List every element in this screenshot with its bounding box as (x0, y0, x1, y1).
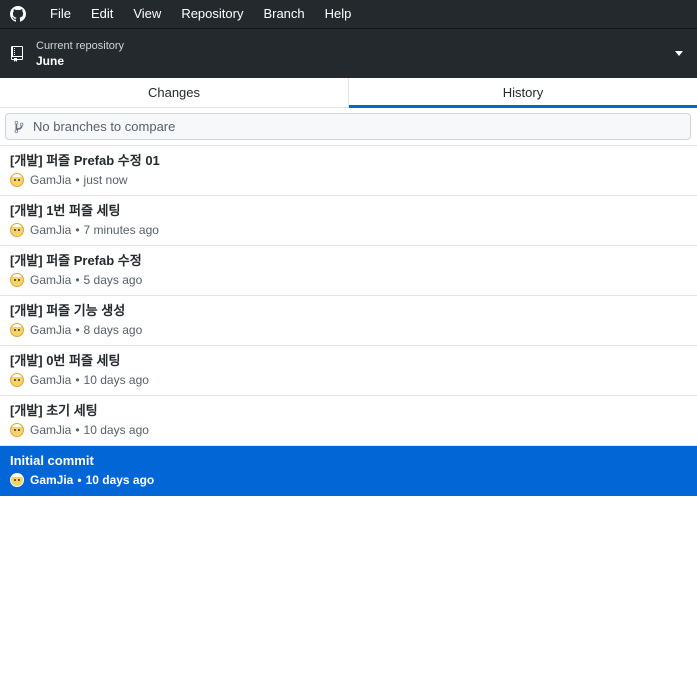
commit-author: GamJia (30, 273, 72, 287)
commit-row[interactable]: [개발] 1번 퍼즐 세팅 GamJia • 7 minutes ago (0, 196, 697, 246)
menu-help[interactable]: Help (315, 0, 362, 28)
commit-title: [개발] 퍼즐 Prefab 수정 (10, 253, 142, 268)
avatar-icon (10, 173, 24, 187)
meta-separator: • (75, 373, 80, 387)
avatar-icon (10, 223, 24, 237)
avatar-icon (10, 373, 24, 387)
repository-name: June (36, 53, 65, 68)
compare-bar: No branches to compare (0, 108, 697, 146)
commit-list: [개발] 퍼즐 Prefab 수정 01 GamJia • just now [개발] … (0, 146, 697, 496)
commit-meta: GamJia • 8 days ago (10, 323, 687, 337)
commit-author: GamJia (30, 173, 72, 187)
current-repository-button[interactable]: Current repository June (0, 28, 697, 78)
avatar-icon (10, 423, 24, 437)
commit-meta: GamJia • just now (10, 173, 687, 187)
commit-time: 10 days ago (85, 473, 155, 487)
git-branch-icon (14, 120, 26, 134)
commit-row[interactable]: [개발] 0번 퍼즐 세팅 GamJia • 10 days ago (0, 346, 697, 396)
menu-repository[interactable]: Repository (171, 0, 253, 28)
commit-title: [개발] 초기 세팅 (10, 403, 98, 418)
commit-time: 7 minutes ago (83, 223, 159, 237)
commit-author: GamJia (30, 323, 72, 337)
meta-separator: • (75, 423, 80, 437)
menu-edit[interactable]: Edit (81, 0, 123, 28)
commit-row[interactable]: [개발] 퍼즐 Prefab 수정 01 GamJia • just now (0, 146, 697, 196)
commit-title: [개발] 0번 퍼즐 세팅 (10, 353, 121, 368)
commit-time: 8 days ago (83, 323, 143, 337)
menu-branch[interactable]: Branch (253, 0, 314, 28)
tab-history[interactable]: History (349, 78, 697, 108)
tab-bar: Changes History (0, 78, 697, 108)
meta-separator: • (77, 473, 82, 487)
meta-separator: • (75, 173, 80, 187)
commit-title: [개발] 퍼즐 Prefab 수정 01 (10, 153, 160, 168)
avatar-icon (10, 473, 24, 487)
branch-compare-placeholder: No branches to compare (33, 119, 176, 134)
commit-title: [개발] 퍼즐 기능 생성 (10, 303, 126, 318)
commit-row[interactable]: [개발] 퍼즐 Prefab 수정 GamJia • 5 days ago (0, 246, 697, 296)
menu-file[interactable]: File (40, 0, 81, 28)
commit-row[interactable]: [개발] 퍼즐 기능 생성 GamJia • 8 days ago (0, 296, 697, 346)
tab-changes[interactable]: Changes (0, 78, 349, 107)
commit-row[interactable]: [개발] 초기 세팅 GamJia • 10 days ago (0, 396, 697, 446)
repository-caption: Current repository (36, 39, 125, 52)
commit-time: just now (83, 173, 128, 187)
menu-bar: File Edit View Repository Branch Help (0, 0, 697, 28)
commit-meta: GamJia • 5 days ago (10, 273, 687, 287)
commit-time: 10 days ago (83, 423, 149, 437)
meta-separator: • (75, 273, 80, 287)
commit-row[interactable]: Initial commit GamJia • 10 days ago (0, 446, 697, 496)
commit-time: 5 days ago (83, 273, 143, 287)
commit-meta: GamJia • 10 days ago (10, 373, 687, 387)
github-logo-icon (10, 6, 26, 22)
commit-title: [개발] 1번 퍼즐 세팅 (10, 203, 121, 218)
commit-time: 10 days ago (83, 373, 149, 387)
avatar-icon (10, 323, 24, 337)
repo-icon (10, 45, 26, 63)
commit-author: GamJia (30, 423, 72, 437)
commit-meta: GamJia • 7 minutes ago (10, 223, 687, 237)
branch-compare-input[interactable]: No branches to compare (5, 113, 691, 140)
avatar-icon (10, 273, 24, 287)
commit-title: Initial commit (10, 453, 94, 468)
commit-author: GamJia (30, 223, 72, 237)
commit-meta: GamJia • 10 days ago (10, 473, 687, 487)
commit-author: GamJia (30, 473, 74, 487)
repository-info: Current repository June (36, 39, 124, 69)
caret-down-icon (675, 51, 683, 56)
menu-view[interactable]: View (123, 0, 171, 28)
commit-author: GamJia (30, 373, 72, 387)
commit-meta: GamJia • 10 days ago (10, 423, 687, 437)
meta-separator: • (75, 323, 80, 337)
meta-separator: • (75, 223, 80, 237)
